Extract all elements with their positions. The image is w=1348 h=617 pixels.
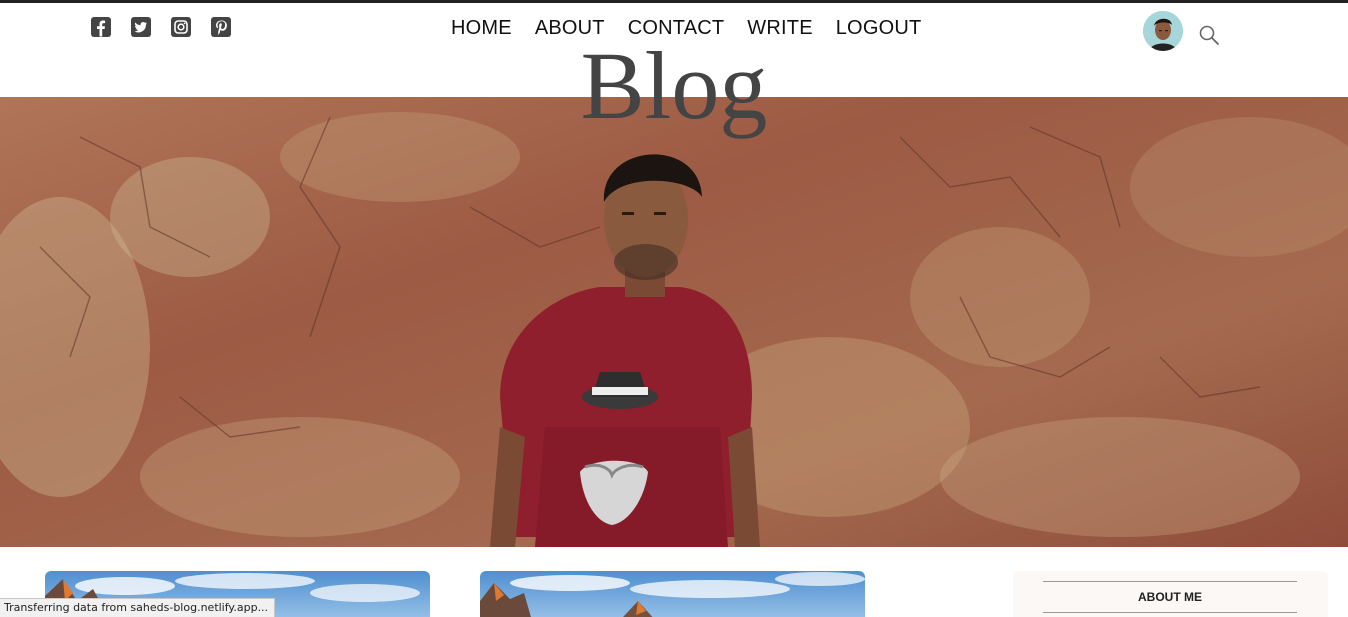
sidebar-divider-top: [1043, 581, 1297, 582]
facebook-icon[interactable]: [90, 16, 112, 38]
twitter-icon[interactable]: [130, 16, 152, 38]
sidebar-divider-bottom: [1043, 612, 1297, 613]
nav-home[interactable]: HOME: [451, 17, 512, 40]
social-links: [90, 16, 232, 38]
instagram-icon[interactable]: [170, 16, 192, 38]
sidebar-about-me: ABOUT ME: [1013, 571, 1328, 617]
blog-title: Blog: [580, 32, 768, 139]
pinterest-icon[interactable]: [210, 16, 232, 38]
sidebar-title: ABOUT ME: [1138, 590, 1202, 604]
hero-image: [0, 97, 1348, 547]
nav-logout[interactable]: LOGOUT: [836, 17, 922, 40]
post-card-image[interactable]: [480, 571, 865, 617]
browser-status-bar: Transferring data from saheds-blog.netli…: [0, 598, 276, 617]
